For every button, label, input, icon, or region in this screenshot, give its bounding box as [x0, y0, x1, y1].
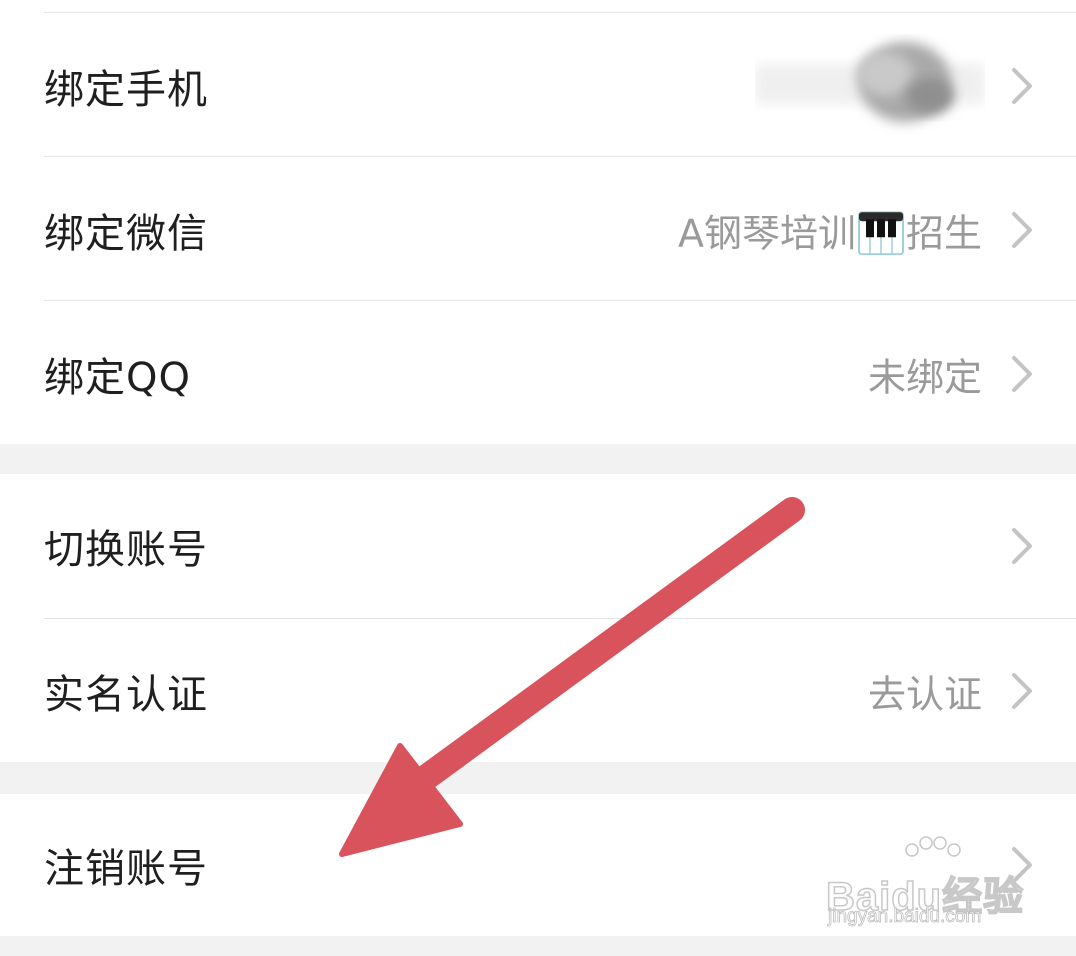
real-name-verification-row[interactable]: 实名认证 去认证	[0, 619, 1076, 763]
bind-phone-row[interactable]: 绑定手机	[0, 14, 1076, 158]
bind-wechat-row[interactable]: 绑定微信 A钢琴培训 招生	[0, 158, 1076, 302]
verification-action: 去认证	[867, 672, 982, 717]
binding-group: 绑定手机 绑定微信 A钢琴培训 招生 绑定QQ 未绑定	[0, 0, 1076, 444]
switch-account-label: 切换账号	[44, 527, 208, 573]
chevron-right-icon	[1012, 847, 1032, 883]
chevron-right-icon	[1012, 528, 1032, 564]
wechat-name-prefix: A钢琴培训	[677, 211, 856, 256]
redacted-phone-number	[755, 42, 985, 122]
piano-emoji-icon	[857, 210, 904, 255]
switch-account-row[interactable]: 切换账号	[0, 474, 1076, 618]
chevron-right-icon	[1012, 212, 1032, 248]
bind-wechat-value: A钢琴培训 招生	[678, 202, 982, 258]
deactivate-group: 注销账号	[0, 794, 1076, 936]
bind-qq-row[interactable]: 绑定QQ 未绑定	[0, 302, 1076, 446]
wechat-name-suffix: 招生	[905, 211, 982, 256]
chevron-right-icon	[1012, 356, 1032, 392]
divider	[44, 12, 1076, 13]
real-name-verification-label: 实名认证	[44, 672, 208, 718]
bind-qq-label: 绑定QQ	[44, 355, 191, 401]
chevron-right-icon	[1012, 68, 1032, 104]
deactivate-account-row[interactable]: 注销账号	[0, 794, 1076, 936]
divider	[44, 156, 1076, 157]
account-settings-page: 绑定手机 绑定微信 A钢琴培训 招生 绑定QQ 未绑定 切换账号 实名认证 去认…	[0, 0, 1076, 956]
bind-wechat-label: 绑定微信	[44, 211, 208, 257]
bind-qq-status: 未绑定	[867, 355, 982, 400]
bind-phone-label: 绑定手机	[44, 67, 208, 113]
chevron-right-icon	[1012, 673, 1032, 709]
account-group: 切换账号 实名认证 去认证	[0, 474, 1076, 762]
deactivate-account-label: 注销账号	[44, 846, 208, 892]
divider	[44, 300, 1076, 301]
